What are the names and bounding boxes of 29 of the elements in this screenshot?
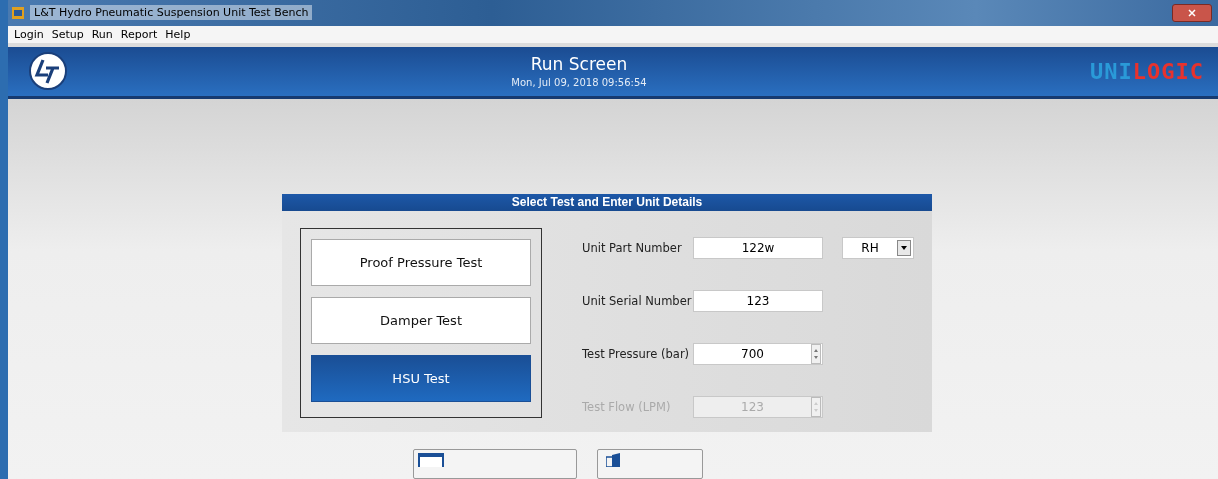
window-icon bbox=[418, 453, 444, 467]
field-label: Test Pressure (bar) bbox=[582, 347, 688, 361]
spinner-icon[interactable] bbox=[811, 344, 821, 364]
caret-icon bbox=[897, 240, 911, 256]
door-icon bbox=[606, 453, 622, 467]
brand-logo: UNI LOGIC bbox=[1090, 58, 1204, 84]
input-field[interactable]: 123 bbox=[693, 290, 823, 312]
date-time: Mon, Jul 09, 2018 09:56:54 bbox=[511, 77, 647, 89]
number-field[interactable]: 700 bbox=[693, 343, 823, 365]
test-button[interactable]: Damper Test bbox=[311, 297, 531, 344]
panel-title: Select Test and Enter Unit Details bbox=[282, 194, 932, 211]
close-button[interactable] bbox=[1172, 3, 1212, 22]
menu-item[interactable]: Report bbox=[120, 27, 158, 41]
menu-item[interactable]: Run bbox=[91, 27, 113, 41]
exit-button[interactable] bbox=[597, 449, 703, 479]
menu-item[interactable]: Login bbox=[14, 27, 44, 41]
test-button[interactable]: Proof Pressure Test bbox=[311, 239, 531, 286]
screen-title: Run Screen bbox=[530, 54, 628, 75]
action-button[interactable] bbox=[413, 449, 577, 479]
logo-icon bbox=[28, 51, 68, 92]
side-dropdown[interactable]: RH bbox=[842, 237, 914, 259]
menu-item[interactable]: Setup bbox=[51, 27, 84, 41]
window-title: L&T Hydro Pneumatic Suspension Unit Test Bench bbox=[30, 5, 313, 21]
input-field[interactable]: 122w bbox=[693, 237, 823, 259]
test-button[interactable]: HSU Test bbox=[311, 355, 531, 402]
close-icon bbox=[1188, 8, 1196, 17]
menu-item[interactable]: Help bbox=[165, 27, 191, 41]
app-icon bbox=[12, 6, 24, 19]
field-label: Unit Part Number bbox=[582, 241, 683, 255]
